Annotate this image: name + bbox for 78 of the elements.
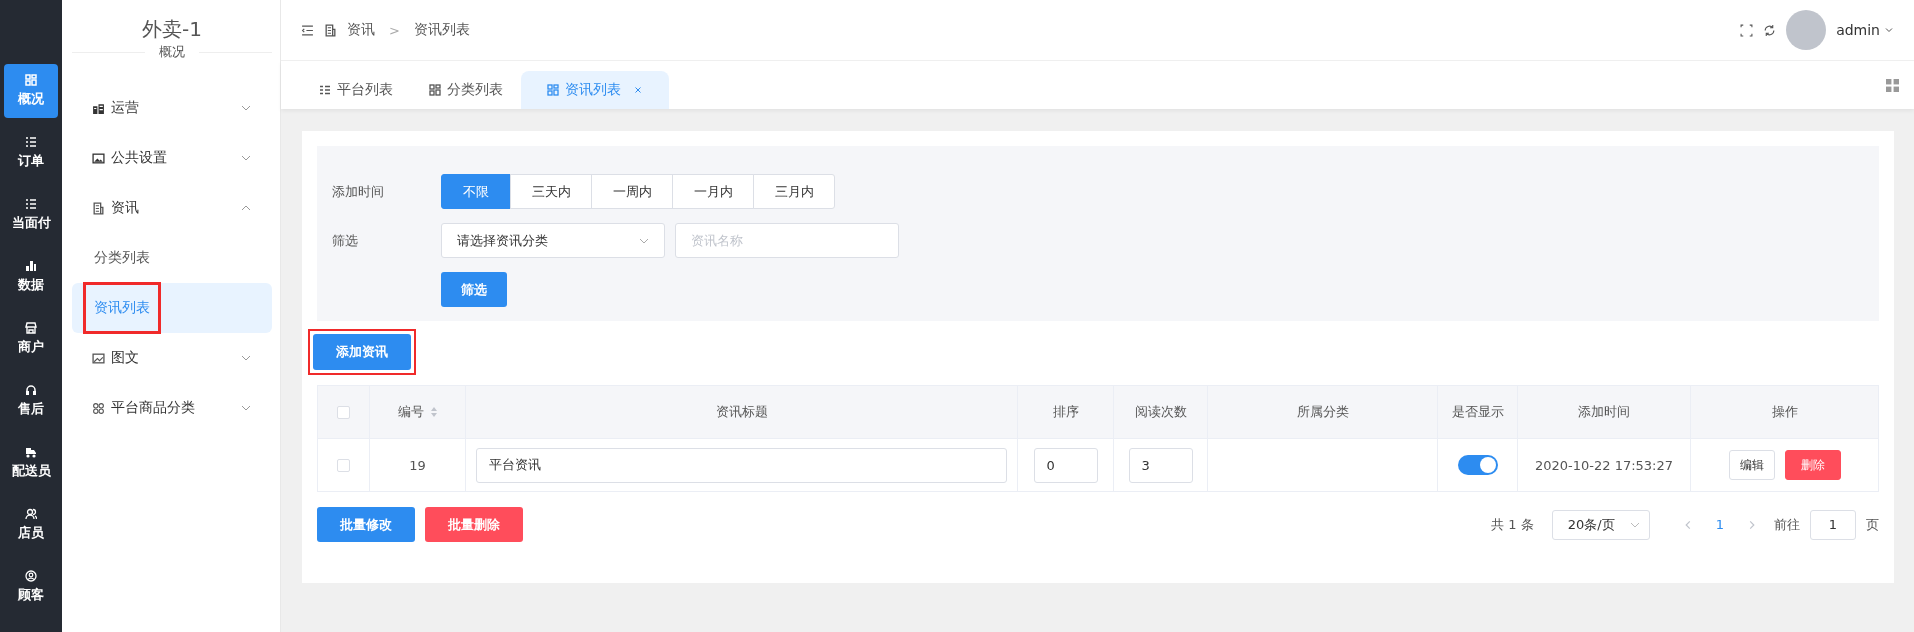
- table-cell: 19: [409, 457, 426, 473]
- nav-rail-item[interactable]: 数据: [4, 250, 58, 304]
- breadcrumb-separator: >: [389, 22, 400, 38]
- tab[interactable]: 平台列表: [301, 71, 411, 109]
- column-header: 资讯标题: [715, 403, 768, 421]
- nav-rail-item[interactable]: 当面付: [4, 188, 58, 242]
- title-field[interactable]: 平台资讯: [476, 447, 1007, 483]
- sidebar-item[interactable]: 公共设置: [72, 133, 272, 183]
- breadcrumb-item[interactable]: 资讯: [347, 21, 375, 39]
- column-header: 阅读次数: [1134, 403, 1187, 421]
- row-checkbox[interactable]: [337, 458, 350, 472]
- building-icon: [92, 101, 105, 115]
- column-header: 操作: [1771, 403, 1798, 421]
- total-count: 共 1 条: [1491, 515, 1534, 534]
- table-cell: 2020-10-22 17:53:27: [1534, 457, 1674, 473]
- nav-rail-item[interactable]: 售后: [4, 374, 58, 428]
- scooter-icon: [25, 446, 37, 458]
- tab[interactable]: 分类列表: [411, 71, 521, 109]
- breadcrumb-item[interactable]: 资讯列表: [413, 21, 470, 39]
- column-header: 编号: [397, 403, 424, 421]
- grid-icon: [429, 84, 441, 96]
- nav-rail-item[interactable]: 配送员: [4, 436, 58, 490]
- caret-icon: [1884, 25, 1894, 35]
- sort-field[interactable]: 0: [1033, 447, 1098, 483]
- name-search-field[interactable]: 资讯名称: [675, 223, 899, 258]
- nav-rail-item[interactable]: 商户: [4, 312, 58, 366]
- page-size-select[interactable]: 20条/页: [1551, 509, 1650, 540]
- image-edit-icon: [92, 351, 105, 365]
- sort-icon[interactable]: [429, 406, 438, 418]
- sidebar-item[interactable]: 图文: [72, 333, 272, 383]
- grid-icon: [25, 74, 37, 86]
- shop-title: 外卖-1: [141, 16, 203, 43]
- sidebar-item[interactable]: 运营: [72, 83, 272, 133]
- category-select[interactable]: 请选择资讯分类: [441, 223, 665, 258]
- shop-icon: [25, 322, 37, 334]
- list-icon: [319, 84, 331, 96]
- filter-label: 添加时间: [332, 182, 385, 201]
- filter-label: 筛选: [332, 231, 359, 250]
- user-menu[interactable]: admin: [1836, 22, 1880, 38]
- users-icon: [25, 508, 37, 520]
- sidebar-subitem[interactable]: 分类列表: [72, 233, 272, 283]
- document-icon: [92, 201, 105, 215]
- apps-icon: [92, 401, 105, 415]
- fullscreen-icon[interactable]: [1740, 23, 1754, 37]
- read-count-field[interactable]: 3: [1128, 447, 1193, 483]
- column-header: 添加时间: [1578, 403, 1630, 421]
- document-icon: [324, 23, 337, 37]
- column-header: 所属分类: [1296, 403, 1349, 421]
- time-range-option[interactable]: 三月内: [753, 174, 835, 209]
- nav-rail-item[interactable]: 店员: [4, 498, 58, 552]
- goto-page-field[interactable]: 1: [1810, 509, 1856, 540]
- refresh-icon[interactable]: [1763, 23, 1777, 37]
- headset-icon: [25, 384, 37, 396]
- close-icon[interactable]: [633, 85, 643, 95]
- goto-label: 前往: [1774, 515, 1800, 534]
- sidebar-item[interactable]: 平台商品分类: [72, 383, 272, 433]
- nav-rail-item[interactable]: 顾客: [4, 560, 58, 614]
- collapse-menu-icon[interactable]: [301, 23, 314, 37]
- user-circle-icon: [25, 570, 37, 582]
- avatar[interactable]: [1786, 10, 1827, 50]
- tiles-icon[interactable]: [1886, 78, 1899, 92]
- sidebar-item[interactable]: 资讯: [72, 183, 272, 233]
- column-header: 是否显示: [1451, 403, 1504, 421]
- page-suffix: 页: [1866, 515, 1879, 534]
- select-all-checkbox[interactable]: [337, 405, 350, 419]
- toggle-switch[interactable]: [1457, 455, 1498, 475]
- time-range-option[interactable]: 一周内: [591, 174, 673, 209]
- time-range-option[interactable]: 一月内: [672, 174, 754, 209]
- grid-icon: [547, 84, 559, 96]
- edit-button[interactable]: 编辑: [1728, 450, 1775, 480]
- nav-rail-item[interactable]: 订单: [4, 126, 58, 180]
- column-header: 排序: [1052, 403, 1079, 421]
- image-icon: [92, 151, 105, 165]
- time-range-option[interactable]: 三天内: [510, 174, 592, 209]
- section-subtitle: 概况: [145, 43, 199, 61]
- list-icon: [25, 136, 37, 148]
- list-icon: [25, 198, 37, 210]
- bar-chart-icon: [25, 260, 37, 272]
